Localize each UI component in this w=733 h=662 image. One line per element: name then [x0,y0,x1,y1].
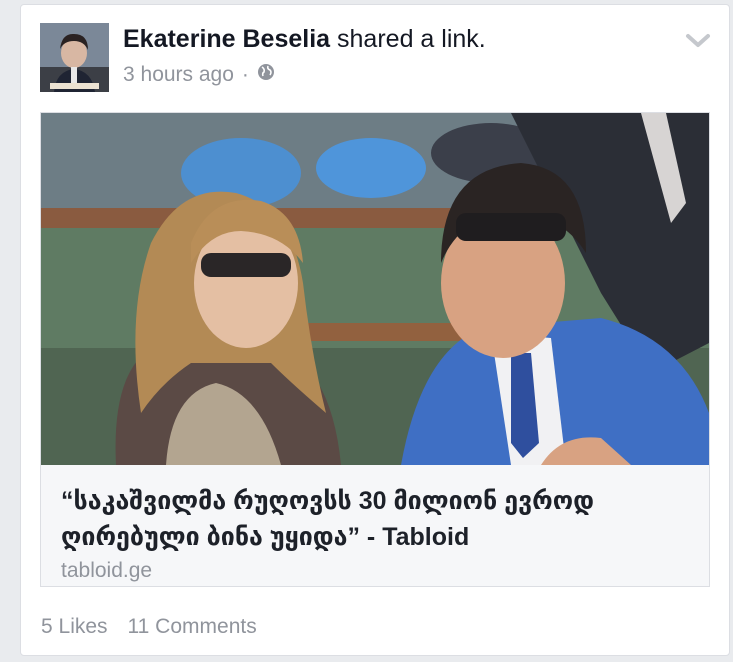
meta-separator: · [241,63,249,86]
author-avatar[interactable] [40,23,109,92]
post-action-text: shared a link. [337,25,486,53]
post-meta: 3 hours ago · [123,63,275,87]
likes-count[interactable]: 5 Likes [41,615,108,639]
link-domain: tabloid.ge [61,559,153,582]
globe-icon[interactable] [257,63,275,87]
author-name[interactable]: Ekaterine Beselia [123,25,330,53]
shared-link-preview[interactable]: “საკაშვილმა რუღოვსს 30 მილიონ ევროდ ღირე… [40,112,710,587]
post-timestamp[interactable]: 3 hours ago [123,63,234,87]
chevron-down-icon[interactable] [685,31,711,51]
link-title[interactable]: “საკაშვილმა რუღოვსს 30 მილიონ ევროდ ღირე… [61,483,697,555]
link-preview-image[interactable] [41,113,709,465]
post-stats: 5 Likes 11 Comments [41,615,257,639]
avatar-image [40,23,109,92]
post-card: Ekaterine Beselia shared a link. 3 hours… [20,4,730,656]
comments-count[interactable]: 11 Comments [128,615,257,639]
post-header: Ekaterine Beselia shared a link. [123,25,486,54]
